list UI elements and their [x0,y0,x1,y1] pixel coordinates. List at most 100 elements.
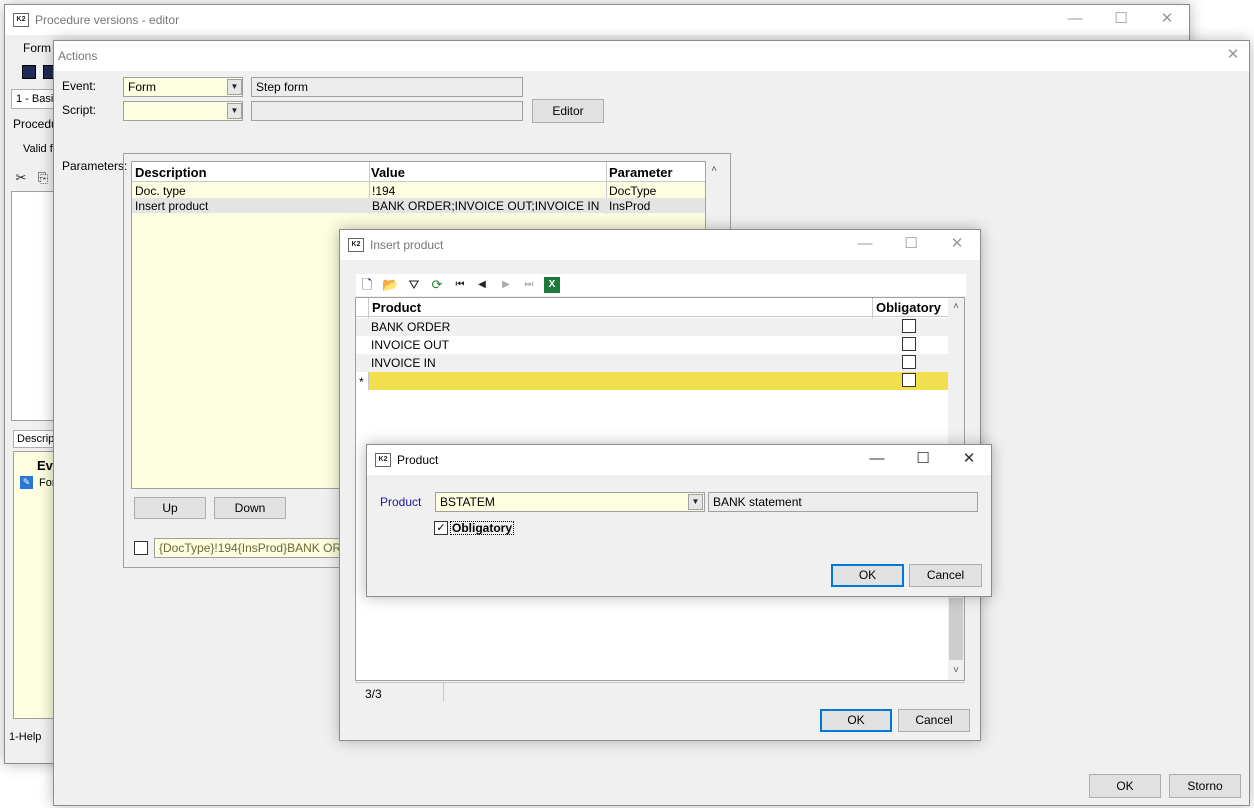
row-description: Insert product [135,199,209,213]
close-icon[interactable]: ✕ [934,230,980,260]
obligatory-label[interactable]: Obligatory [450,521,515,535]
window-title: Actions [58,49,98,63]
product-grid-header [356,298,948,317]
product-dropdown-icon[interactable]: ▼ [688,494,703,510]
maximize-icon[interactable]: ☐ [900,445,946,475]
tab-description[interactable]: Descript [13,430,55,448]
table-row[interactable]: Doc. type !194 DocType [132,183,705,198]
window-title: Insert product [370,238,444,252]
row-value: !194 [372,184,396,198]
new-row-marker: * [359,375,364,389]
ok-button[interactable]: OK [820,709,892,732]
save-icon[interactable] [22,65,36,79]
new-row-selected-cell[interactable] [369,372,948,390]
script-label: Script: [62,103,97,117]
column-parameter[interactable]: Parameter [609,165,673,180]
grid-toolbar: 🗋 📂 ⛛ ⟳ ⏮ ◀ ▶ ⏭ X [356,274,966,296]
first-record-icon[interactable]: ⏮ [452,277,468,293]
minimize-icon[interactable]: — [1052,5,1098,35]
script-dropdown-icon[interactable]: ▼ [227,103,242,119]
row-value: BANK ORDER;INVOICE OUT;INVOICE IN [372,199,600,213]
new-record-icon[interactable]: 🗋 [359,277,375,293]
obligatory-checkbox[interactable] [902,337,916,351]
next-record-icon[interactable]: ▶ [498,277,514,293]
event-dropdown-icon[interactable]: ▼ [227,79,242,95]
script-select[interactable] [123,101,243,121]
edit-icon[interactable]: ✎ [20,476,33,489]
column-product[interactable]: Product [372,300,421,315]
refresh-icon[interactable]: ⟳ [429,277,445,293]
up-button[interactable]: Up [134,497,206,519]
left-list-panel [11,191,55,421]
storno-button[interactable]: Storno [1169,774,1241,798]
editor-button[interactable]: Editor [532,99,604,123]
cancel-button[interactable]: Cancel [909,564,982,587]
new-row[interactable]: * [356,372,948,390]
row-product: INVOICE IN [371,356,436,370]
previous-record-icon[interactable]: ◀ [474,277,490,293]
scroll-thumb[interactable] [949,598,963,660]
k2-app-icon: K2 [348,238,364,252]
menu-form[interactable]: Form [23,41,51,55]
down-button[interactable]: Down [214,497,286,519]
table-row[interactable]: INVOICE OUT [356,336,948,354]
table-row[interactable]: BANK ORDER [356,318,948,336]
copy-icon[interactable]: ⎘ [35,170,51,186]
excel-export-icon[interactable]: X [544,277,560,293]
cancel-button[interactable]: Cancel [898,709,970,732]
status-help: 1-Help [9,731,42,743]
expression-checkbox[interactable] [134,541,148,555]
last-record-icon[interactable]: ⏭ [521,277,537,293]
event-description-field: Step form [251,77,523,97]
product-titlebar: K2 Product — ☐ ✕ [367,445,991,475]
close-icon[interactable]: ✕ [1144,5,1190,35]
minimize-icon[interactable]: — [854,445,900,475]
open-folder-icon[interactable]: 📂 [382,277,398,293]
k2-app-icon: K2 [375,453,391,467]
window-title: Product [397,453,439,467]
product-label: Product [380,495,422,509]
record-counter: 3/3 [365,687,382,701]
column-description[interactable]: Description [135,165,207,180]
table-row[interactable]: Insert product BANK ORDER;INVOICE OUT;IN… [132,198,705,213]
product-description-field: BANK statement [708,492,978,512]
maximize-icon[interactable]: ☐ [888,230,934,260]
scroll-down-icon[interactable]: ˅ [948,663,964,679]
close-icon[interactable]: ✕ [1210,41,1254,71]
script-description-field [251,101,523,121]
record-counter-bar: 3/3 [355,682,965,702]
obligatory-checkbox[interactable] [902,319,916,333]
column-obligatory[interactable]: Obligatory [876,300,941,315]
parameters-label: Parameters: [62,159,128,173]
expression-field[interactable]: {DocType}!194{InsProd}BANK ORDER [154,538,344,558]
event-label: Event: [62,79,97,93]
maximize-icon[interactable]: ☐ [1098,5,1144,35]
event-select[interactable]: Form [123,77,243,97]
row-product: INVOICE OUT [371,338,450,352]
ok-button[interactable]: OK [831,564,904,587]
obligatory-checkbox[interactable]: ✓ [434,521,448,535]
k2-app-icon: K2 [13,13,29,27]
obligatory-checkbox[interactable] [902,373,916,387]
insert-product-titlebar: K2 Insert product — ☐ ✕ [340,230,980,260]
obligatory-checkbox[interactable] [902,355,916,369]
procedure-versions-titlebar: K2 Procedure versions - editor — ☐ ✕ [5,5,1189,35]
row-parameter: InsProd [609,199,651,213]
ok-button[interactable]: OK [1089,774,1161,798]
row-product: BANK ORDER [371,320,451,334]
product-dialog: K2 Product — ☐ ✕ Product BSTATEM ▼ BANK … [366,444,992,597]
row-parameter: DocType [609,184,657,198]
delete-record-icon[interactable]: ⛛ [406,277,422,293]
minimize-icon[interactable]: — [842,230,888,260]
close-icon[interactable]: ✕ [946,445,992,475]
scroll-up-icon[interactable]: ˄ [948,299,964,315]
row-description: Doc. type [135,184,186,198]
table-row[interactable]: INVOICE IN [356,354,948,372]
product-select[interactable]: BSTATEM [435,492,705,512]
tab-basic[interactable]: 1 - Basic [11,89,57,109]
scroll-up-icon[interactable]: ˄ [706,162,722,178]
column-value[interactable]: Value [371,165,405,180]
actions-titlebar: Actions ✕ [54,41,1249,71]
cut-icon[interactable]: ✂ [13,170,29,186]
events-grid: Eve ✎ Forr [13,451,60,719]
